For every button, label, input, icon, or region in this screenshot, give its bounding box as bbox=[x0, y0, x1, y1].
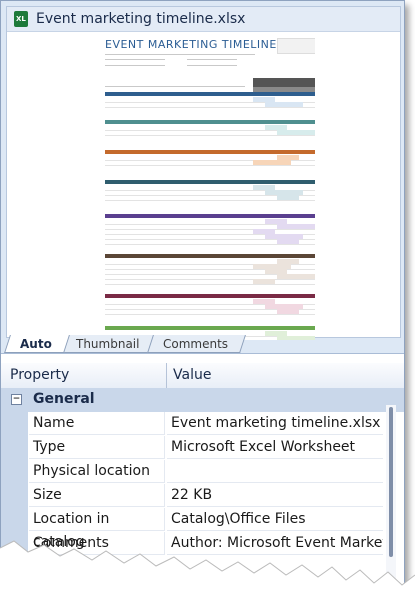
phase-header bbox=[253, 78, 315, 87]
preview-area: XL Event marketing timeline.xlsx EVENT M… bbox=[6, 6, 401, 340]
property-row-physical-location[interactable]: Physical location bbox=[1, 460, 404, 484]
tab-auto[interactable]: Auto bbox=[4, 335, 70, 353]
property-row-comments[interactable]: Comments Author: Microsoft Event Marketi… bbox=[1, 532, 404, 556]
tab-thumbnail[interactable]: Thumbnail bbox=[59, 335, 158, 353]
sheet-section-row bbox=[105, 279, 315, 285]
row-gutter bbox=[1, 508, 28, 532]
property-value[interactable]: Author: Microsoft Event Marketi... bbox=[167, 532, 383, 555]
sheet-section-row bbox=[105, 239, 315, 245]
sheet-timeline-cell bbox=[277, 239, 299, 244]
property-value[interactable]: Microsoft Excel Worksheet bbox=[167, 436, 383, 459]
catalog-item-panel: XL Event marketing timeline.xlsx EVENT M… bbox=[0, 0, 405, 592]
property-name: Name bbox=[29, 412, 165, 435]
sheet-timeline-cell bbox=[265, 102, 303, 107]
row-gutter bbox=[1, 412, 28, 436]
excel-file-icon: XL bbox=[14, 11, 28, 27]
sheet-section-row bbox=[105, 102, 315, 108]
sheet-section-bar bbox=[105, 150, 315, 154]
sheet-section-row bbox=[105, 195, 315, 201]
property-name: Comments bbox=[29, 532, 165, 555]
sheet-timeline-cell bbox=[253, 279, 275, 284]
sheet-thumbnail[interactable]: EVENT MARKETING TIMELINE TE bbox=[97, 34, 315, 340]
property-value[interactable]: 22 KB bbox=[167, 484, 383, 507]
sheet-section-bar bbox=[105, 180, 315, 184]
property-name: Size bbox=[29, 484, 165, 507]
sheet-section-row bbox=[105, 160, 315, 166]
column-header-value[interactable]: Value bbox=[173, 367, 211, 383]
preview-tabs: Auto Thumbnail Comments bbox=[4, 335, 247, 353]
property-value[interactable]: Event marketing timeline.xlsx bbox=[167, 412, 383, 435]
sheet-timeline-cell bbox=[253, 160, 291, 165]
file-header: XL Event marketing timeline.xlsx bbox=[7, 7, 400, 32]
sheet-section-bar bbox=[105, 120, 315, 124]
sheet-timeline-cell bbox=[277, 130, 315, 135]
sheet-section-bar bbox=[105, 214, 315, 218]
tab-comments[interactable]: Comments bbox=[147, 335, 247, 353]
group-label: General bbox=[33, 391, 95, 407]
property-name: Location in catalog bbox=[29, 508, 165, 550]
property-row-type[interactable]: Type Microsoft Excel Worksheet bbox=[1, 436, 404, 460]
property-name: Physical location bbox=[29, 460, 165, 483]
collapse-icon[interactable]: − bbox=[11, 394, 22, 405]
preview-pane: XL Event marketing timeline.xlsx EVENT M… bbox=[1, 1, 404, 354]
sheet-timeline-cell bbox=[277, 195, 299, 200]
sheet-section-row bbox=[105, 309, 315, 315]
column-header-property[interactable]: Property bbox=[10, 367, 69, 383]
property-row-size[interactable]: Size 22 KB bbox=[1, 484, 404, 508]
property-grid: Property Value − General Name Event mark… bbox=[1, 363, 404, 591]
sheet-timeline-cell bbox=[277, 309, 299, 314]
sheet-section-bar bbox=[105, 254, 315, 258]
sheet-rule bbox=[187, 59, 237, 60]
property-row-location-in-catalog[interactable]: Location in catalog Catalog\Office Files bbox=[1, 508, 404, 550]
row-gutter bbox=[1, 532, 28, 556]
sheet-title: EVENT MARKETING TIMELINE TE bbox=[105, 38, 296, 51]
row-gutter bbox=[1, 460, 28, 484]
sheet-section-bar bbox=[105, 294, 315, 298]
sheet-rule bbox=[187, 65, 237, 66]
scrollbar-thumb[interactable] bbox=[389, 407, 393, 557]
property-value[interactable]: Catalog\Office Files bbox=[167, 508, 383, 531]
row-gutter bbox=[1, 484, 28, 508]
grid-header: Property Value bbox=[1, 363, 404, 389]
sheet-rule bbox=[105, 86, 245, 87]
sheet-rule bbox=[105, 65, 165, 66]
column-divider[interactable] bbox=[166, 363, 167, 388]
sheet-note-box bbox=[277, 38, 315, 54]
sheet-section-bar bbox=[105, 92, 315, 96]
sheet-section-row bbox=[105, 130, 315, 136]
property-name: Type bbox=[29, 436, 165, 459]
row-gutter bbox=[1, 436, 28, 460]
sheet-rule bbox=[105, 54, 255, 55]
group-general[interactable]: − General bbox=[1, 388, 404, 412]
sheet-section-bar bbox=[105, 326, 315, 330]
property-value[interactable] bbox=[167, 460, 383, 483]
file-title: Event marketing timeline.xlsx bbox=[36, 11, 246, 27]
sheet-rule bbox=[105, 59, 165, 60]
sheet-timeline-cell bbox=[277, 336, 315, 340]
property-row-name[interactable]: Name Event marketing timeline.xlsx bbox=[1, 412, 404, 436]
